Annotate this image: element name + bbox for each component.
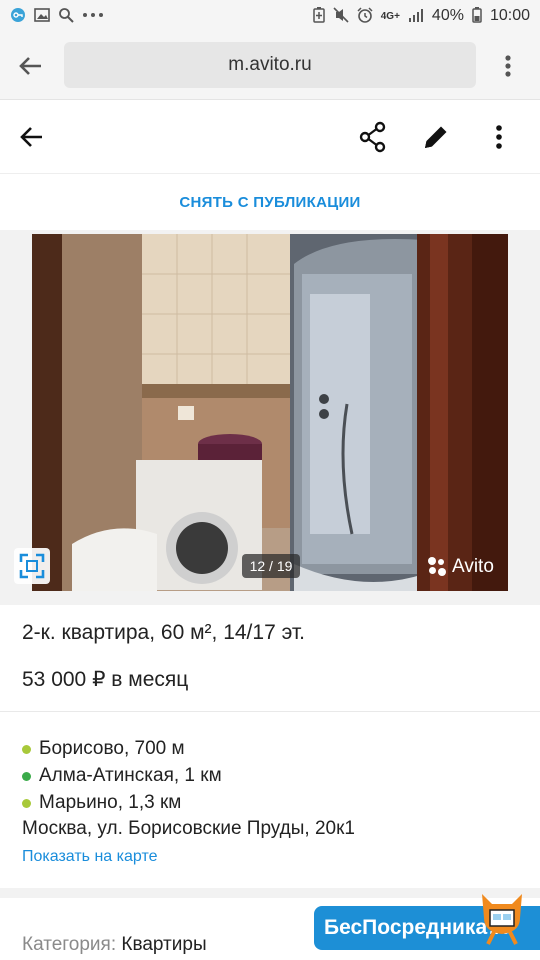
more-vert-icon[interactable]: [488, 121, 510, 153]
listing-price: 53 000 ₽ в месяц: [22, 668, 189, 691]
status-bar-right: 4G+ 40% 10:00: [312, 6, 530, 26]
browser-back-icon[interactable]: [16, 52, 46, 80]
metro-station: Алма-Атинская, 1 км: [22, 765, 222, 787]
listing-photo[interactable]: [32, 234, 508, 591]
metro-line-dot-icon: [22, 744, 31, 754]
vpn-key-icon: [10, 7, 26, 26]
address-field[interactable]: m.avito.ru: [64, 42, 476, 88]
more-dots-icon: [82, 7, 104, 26]
mute-icon: [333, 6, 349, 26]
avito-logo-icon: [428, 557, 448, 577]
banner-text: БесПосредника: [324, 916, 488, 939]
edit-pencil-icon[interactable]: [420, 121, 452, 153]
photo-counter: 12 / 19: [242, 554, 300, 578]
back-arrow-icon[interactable]: [18, 123, 46, 151]
share-icon[interactable]: [358, 121, 388, 153]
gallery-icon: [34, 7, 50, 26]
metro-station: Борисово, 700 м: [22, 738, 185, 760]
category-value: Квартиры: [121, 934, 207, 955]
listing-title: 2-к. квартира, 60 м², 14/17 эт.: [22, 621, 305, 644]
network-type: 4G+: [380, 10, 400, 22]
category-row: Категория: Квартиры: [22, 934, 207, 956]
signal-icon: [408, 7, 424, 26]
section-divider: [0, 888, 540, 898]
status-bar: 4G+ 40% 10:00: [0, 0, 540, 32]
browser-menu-icon[interactable]: [496, 52, 520, 80]
battery-percent: 40%: [431, 7, 464, 24]
metro-line-dot-icon: [22, 798, 31, 808]
metro-station-label: Борисово, 700 м: [39, 738, 185, 759]
category-label: Категория:: [22, 934, 117, 955]
avito-watermark-text: Avito: [452, 556, 494, 577]
app-toolbar: [0, 101, 540, 174]
battery-icon: [472, 6, 482, 26]
photo-gallery: 12 / 19 Avito: [0, 230, 540, 605]
status-bar-left: [10, 7, 104, 26]
unpublish-button[interactable]: СНЯТЬ С ПУБЛИКАЦИИ: [179, 194, 360, 211]
listing-info: 2-к. квартира, 60 м², 14/17 эт. 53 000 ₽…: [0, 605, 540, 712]
avito-watermark: Avito: [428, 556, 494, 578]
mascot-icon: [472, 888, 532, 948]
fullscreen-icon[interactable]: [14, 548, 50, 584]
address: Москва, ул. Борисовские Пруды, 20к1: [22, 818, 355, 839]
metro-line-dot-icon: [22, 771, 31, 781]
location-section: Борисово, 700 м Алма-Атинская, 1 км Марь…: [0, 712, 540, 888]
show-on-map-link[interactable]: Показать на карте: [22, 848, 157, 866]
unpublish-row: СНЯТЬ С ПУБЛИКАЦИИ: [0, 174, 540, 230]
battery-saver-icon: [312, 6, 325, 26]
search-icon: [58, 7, 74, 26]
metro-station: Марьино, 1,3 км: [22, 792, 181, 814]
browser-url-bar: m.avito.ru: [0, 32, 540, 100]
clock: 10:00: [489, 7, 530, 24]
metro-station-label: Марьино, 1,3 км: [39, 792, 182, 813]
alarm-icon: [357, 6, 373, 26]
metro-station-label: Алма-Атинская, 1 км: [39, 765, 222, 786]
